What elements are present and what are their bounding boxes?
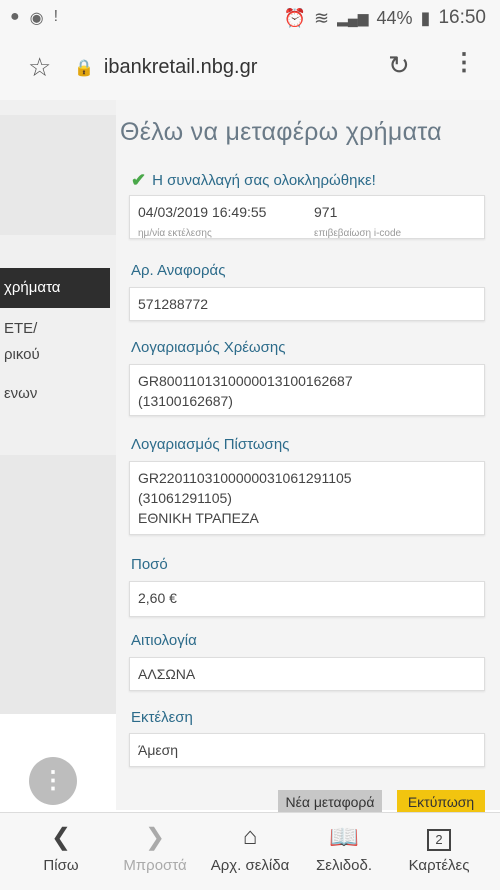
nav-home[interactable]: ⌂ Αρχ. σελίδα [200, 813, 300, 890]
icode-label: επιβεβαίωση i-code [314, 228, 402, 239]
sidebar-item-active[interactable]: χρήματα [0, 268, 110, 308]
reference-box: 571288772 [129, 287, 485, 321]
amount-label: Ποσό [131, 556, 168, 573]
url-text: ibankretail.nbg.gr [103, 56, 258, 78]
execution-type-value: Άμεση [138, 742, 179, 758]
nav-tabs[interactable]: 2 Καρτέλες [389, 813, 489, 890]
credit-account-box: GR2201103100000031061291105 (31061291105… [129, 461, 485, 535]
credit-bank: ΕΘΝΙΚΗ ΤΡΑΠΕΖΑ [138, 510, 259, 526]
credit-account-number: (31061291105) [138, 490, 232, 506]
steps-icon: ! [53, 8, 59, 25]
address-bar[interactable]: 🔒 ibankretail.nbg.gr [74, 56, 257, 79]
tabs-count: 2 [427, 829, 451, 851]
reason-label: Αιτιολογία [131, 632, 197, 649]
more-options-fab[interactable]: ⋮ [29, 757, 77, 805]
menu-icon[interactable]: ⋮ [452, 48, 476, 77]
bottom-navigation: ❮ Πίσω ❯ Μπροστά ⌂ Αρχ. σελίδα 📖 Σελιδοδ… [0, 812, 500, 890]
sidebar: χρήματα ΕΤΕ/ ρικού ενων [0, 100, 116, 714]
success-text: Η συναλλαγή σας ολοκληρώθηκε! [152, 172, 376, 189]
reload-icon[interactable]: ↻ [388, 50, 410, 81]
home-icon: ⌂ [242, 823, 258, 850]
execution-datetime-label: ημ/νία εκτέλεσης [138, 228, 212, 239]
nav-back-label: Πίσω [43, 857, 79, 874]
messenger-icon: ● [10, 8, 20, 25]
status-bar: ● ◉ ! ⏰ ≋ ▂▄▆ 44% ▮ 16:50 [0, 0, 500, 36]
debit-iban: GR8001101310000013100162687 [138, 373, 353, 389]
browser-bar: ☆ 🔒 ibankretail.nbg.gr ↻ ⋮ [0, 36, 500, 101]
reference-value: 571288772 [138, 296, 209, 312]
check-icon: ✔ [131, 170, 147, 190]
wifi-icon: ≋ [313, 7, 330, 28]
battery-percent: 44% [376, 7, 413, 28]
execution-info-box: 04/03/2019 16:49:55 ημ/νία εκτέλεσης 971… [129, 195, 485, 239]
nav-tabs-label: Καρτέλες [408, 857, 470, 874]
amount-value: 2,60 € [138, 590, 177, 606]
print-button[interactable]: Εκτύπωση [397, 790, 485, 812]
nav-back[interactable]: ❮ Πίσω [11, 813, 111, 890]
page-title: Θέλω να μεταφέρω χρήματα [120, 118, 442, 146]
debit-account-number: (13100162687) [138, 393, 233, 409]
execution-datetime: 04/03/2019 16:49:55 [138, 204, 267, 220]
lock-icon: 🔒 [74, 59, 94, 77]
bookmarks-icon: 📖 [329, 824, 359, 851]
chevron-right-icon: ❯ [144, 824, 166, 851]
credit-account-label: Λογαριασμός Πίστωσης [131, 436, 290, 453]
amount-box: 2,60 € [129, 581, 485, 617]
alarm-icon: ⏰ [283, 7, 306, 28]
notification-icons: ● ◉ ! [10, 8, 58, 28]
sidebar-item[interactable]: ρικού [4, 346, 40, 363]
icode-value: 971 [314, 204, 338, 220]
battery-icon: ▮ [420, 7, 431, 28]
debit-account-label: Λογαριασμός Χρέωσης [131, 339, 286, 356]
nav-forward[interactable]: ❯ Μπροστά [105, 813, 205, 890]
chat-icon: ◉ [29, 10, 44, 27]
success-message: ✔ Η συναλλαγή σας ολοκληρώθηκε! [131, 170, 376, 191]
status-right: ⏰ ≋ ▂▄▆ 44% ▮ 16:50 [284, 7, 486, 29]
sidebar-item[interactable]: ΕΤΕ/ [4, 320, 37, 337]
reason-value: ΑΛΣΩΝΑ [138, 666, 196, 682]
nav-bookmarks[interactable]: 📖 Σελιδοδ. [294, 813, 394, 890]
signal-icon: ▂▄▆ [337, 9, 369, 26]
credit-iban: GR2201103100000031061291105 [138, 470, 352, 486]
nav-forward-label: Μπροστά [123, 857, 187, 874]
nav-home-label: Αρχ. σελίδα [210, 857, 290, 874]
star-icon[interactable]: ☆ [28, 52, 51, 83]
sidebar-top-block [0, 115, 116, 235]
clock: 16:50 [438, 7, 486, 28]
reference-label: Αρ. Αναφοράς [131, 262, 226, 279]
sidebar-lower-block [0, 455, 116, 714]
execution-type-box: Άμεση [129, 733, 485, 767]
new-transfer-button[interactable]: Νέα μεταφορά [278, 790, 382, 812]
execution-type-label: Εκτέλεση [131, 709, 193, 726]
reason-box: ΑΛΣΩΝΑ [129, 657, 485, 691]
chevron-left-icon: ❮ [50, 824, 72, 851]
tabs-icon: 2 [389, 823, 489, 853]
debit-account-box: GR8001101310000013100162687 (13100162687… [129, 364, 485, 416]
sidebar-item[interactable]: ενων [4, 385, 37, 402]
nav-bookmarks-label: Σελιδοδ. [315, 857, 372, 874]
